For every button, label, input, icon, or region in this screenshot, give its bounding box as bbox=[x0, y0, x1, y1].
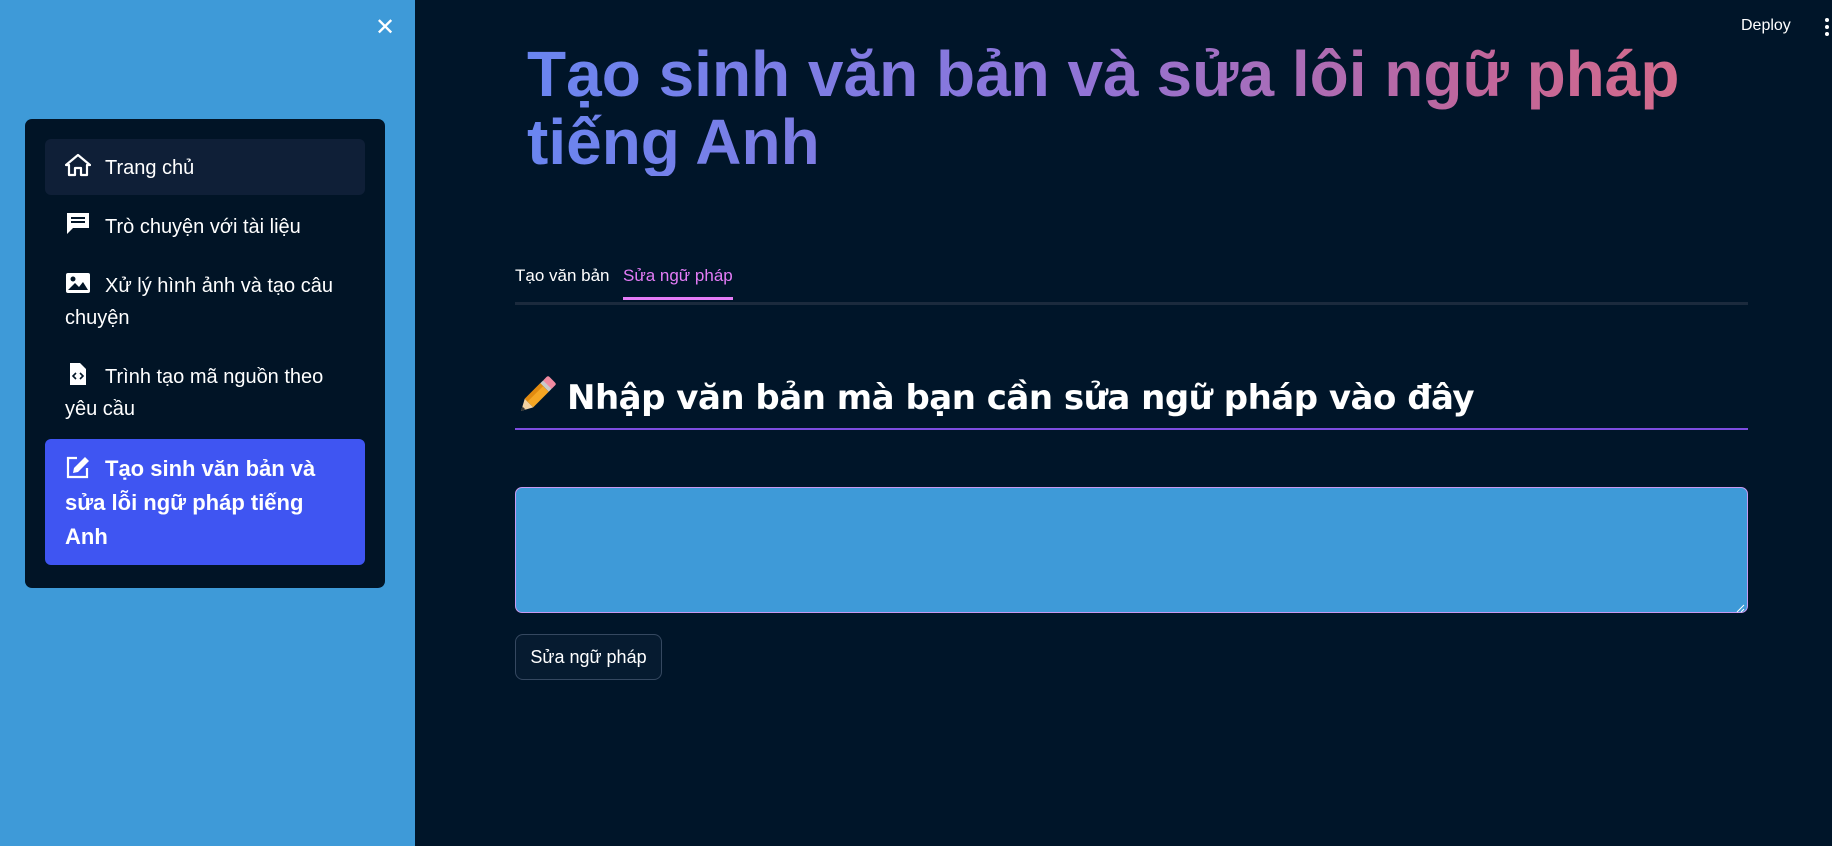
close-icon[interactable]: ✕ bbox=[375, 16, 395, 40]
sidebar-item-label: Trình tạo mã nguồn theo yêu cầu bbox=[65, 366, 324, 420]
pencil-icon bbox=[515, 375, 557, 417]
app-window: ✕ Trang chủ Trò chuyện với tài liệu Xử l… bbox=[0, 0, 1832, 846]
section-heading-text: Nhập văn bản mà bạn cần sửa ngữ pháp vào… bbox=[567, 378, 1475, 418]
sidebar-item-label: Tạo sinh văn bản và sửa lỗi ngữ pháp tiế… bbox=[65, 456, 316, 549]
sidebar-item-home[interactable]: Trang chủ bbox=[45, 139, 365, 195]
edit-icon bbox=[65, 455, 91, 479]
fix-grammar-button[interactable]: Sửa ngữ pháp bbox=[515, 634, 662, 680]
more-menu-icon[interactable] bbox=[1822, 15, 1832, 39]
deploy-button[interactable]: Deploy bbox=[1741, 14, 1791, 38]
sidebar-item-code-gen[interactable]: Trình tạo mã nguồn theo yêu cầu bbox=[45, 348, 365, 436]
tab-grammar-fix[interactable]: Sửa ngữ pháp bbox=[623, 264, 733, 300]
grammar-text-input[interactable] bbox=[515, 487, 1748, 613]
page-title: Tạo sinh văn bản và sửa lôi ngữ pháp tiế… bbox=[527, 40, 1727, 176]
tab-bar: Tạo văn bản Sửa ngữ pháp bbox=[515, 258, 1748, 305]
sidebar-item-image-story[interactable]: Xử lý hình ảnh và tạo câu chuyện bbox=[45, 257, 365, 345]
home-icon bbox=[65, 153, 91, 177]
nav-menu: Trang chủ Trò chuyện với tài liệu Xử lý … bbox=[25, 119, 385, 588]
sidebar-item-label: Trang chủ bbox=[105, 157, 195, 179]
resize-handle-icon[interactable] bbox=[1735, 600, 1745, 613]
sidebar-item-grammar[interactable]: Tạo sinh văn bản và sửa lỗi ngữ pháp tiế… bbox=[45, 439, 365, 565]
sidebar-item-chat-docs[interactable]: Trò chuyện với tài liệu bbox=[45, 198, 365, 254]
sidebar-item-label: Xử lý hình ảnh và tạo câu chuyện bbox=[65, 275, 333, 329]
section-heading: Nhập văn bản mà bạn cần sửa ngữ pháp vào… bbox=[515, 374, 1748, 430]
image-icon bbox=[65, 271, 91, 295]
code-file-icon bbox=[65, 362, 91, 386]
chat-icon bbox=[65, 212, 91, 236]
tab-text-generation[interactable]: Tạo văn bản bbox=[515, 264, 610, 300]
sidebar-item-label: Trò chuyện với tài liệu bbox=[105, 216, 301, 238]
sidebar: ✕ Trang chủ Trò chuyện với tài liệu Xử l… bbox=[0, 0, 415, 846]
